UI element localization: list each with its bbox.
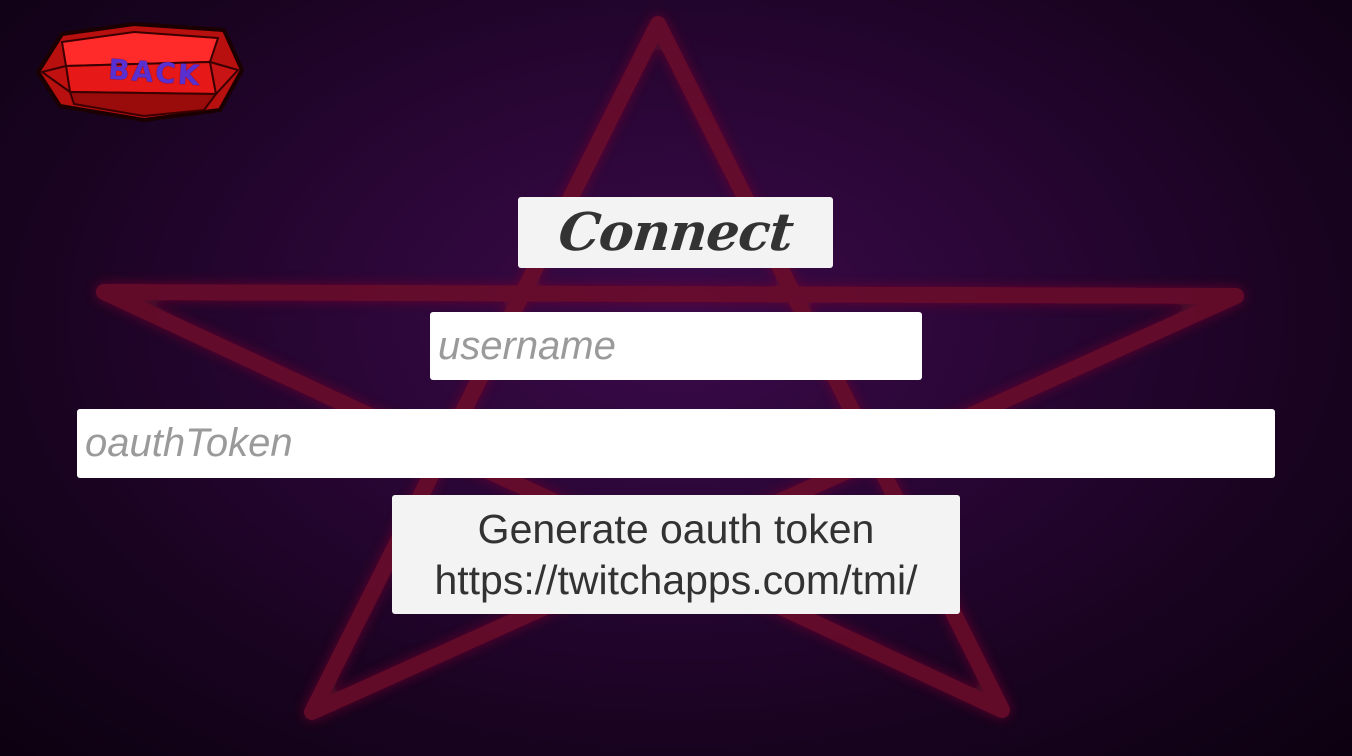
oauth-token-input[interactable] xyxy=(77,409,1275,478)
connect-button[interactable]: Connect xyxy=(518,197,833,268)
generate-oauth-token-button[interactable]: Generate oauth token https://twitchapps.… xyxy=(392,495,960,614)
username-input[interactable] xyxy=(430,312,922,380)
back-label: BACK xyxy=(107,52,203,92)
connect-label: Connect xyxy=(555,202,796,263)
back-button[interactable]: BACK xyxy=(34,20,246,122)
generate-button-url: https://twitchapps.com/tmi/ xyxy=(434,556,918,603)
generate-button-title: Generate oauth token xyxy=(477,505,875,552)
